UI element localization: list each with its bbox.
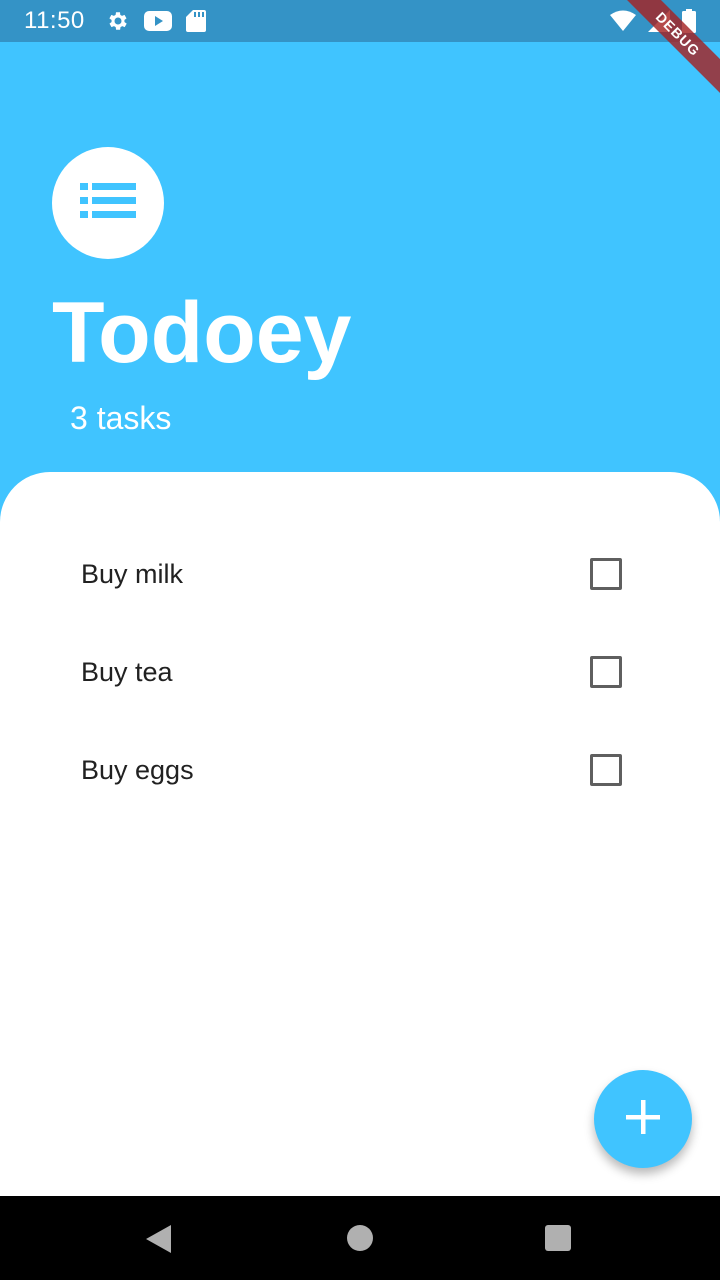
task-checkbox[interactable] [590, 558, 622, 590]
list-icon [80, 182, 136, 224]
task-item[interactable]: Buy eggs [0, 721, 720, 819]
add-icon [624, 1098, 662, 1141]
add-task-button[interactable] [594, 1070, 692, 1168]
header: Todoey 3 tasks [0, 42, 720, 472]
status-time: 11:50 [24, 7, 85, 34]
status-left-icons [106, 9, 206, 38]
sd-card-icon [186, 9, 206, 38]
status-bar: 11:50 [0, 0, 720, 42]
back-icon[interactable] [146, 1225, 172, 1258]
settings-icon [106, 9, 130, 38]
home-icon[interactable] [347, 1225, 373, 1251]
task-checkbox[interactable] [590, 754, 622, 786]
navigation-bar [0, 1196, 720, 1280]
recents-icon[interactable] [545, 1225, 571, 1251]
youtube-icon [144, 10, 172, 37]
wifi-icon [610, 10, 636, 37]
task-item[interactable]: Buy milk [0, 525, 720, 623]
task-count: 3 tasks [70, 400, 172, 436]
app-avatar [52, 147, 164, 259]
task-label: Buy eggs [81, 754, 194, 785]
task-list: Buy milk Buy tea Buy eggs [0, 525, 720, 819]
task-label: Buy milk [81, 558, 184, 589]
task-label: Buy tea [81, 656, 173, 687]
task-checkbox[interactable] [590, 656, 622, 688]
task-item[interactable]: Buy tea [0, 623, 720, 721]
page-title: Todoey [52, 285, 352, 381]
